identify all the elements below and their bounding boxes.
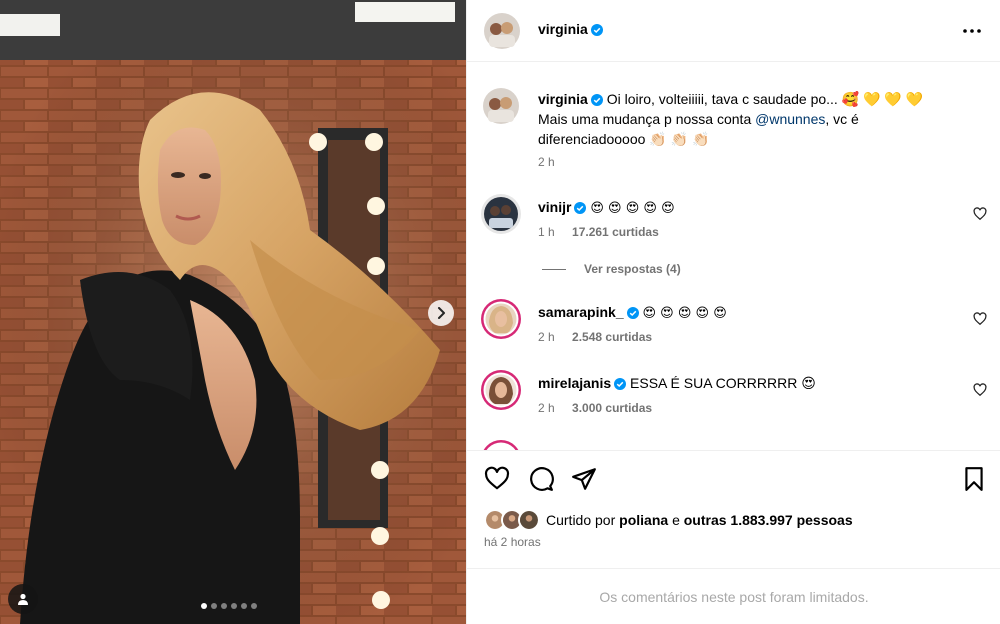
liked-by-others[interactable]: outras 1.883.997 pessoas (684, 512, 853, 528)
post-media[interactable] (0, 0, 466, 624)
comment-button[interactable] (528, 466, 554, 492)
carousel-dot (231, 603, 237, 609)
comment-likes[interactable]: 2.548 curtidas (572, 330, 652, 344)
comments-list[interactable]: virginia Oi loiro, volteiiiii, tava c sa… (467, 62, 1000, 450)
heart-icon[interactable] (973, 207, 987, 221)
mention-link[interactable]: @wnunnes (755, 111, 825, 127)
liked-by-avatars (484, 509, 540, 531)
share-button[interactable] (571, 466, 597, 492)
comment-meta: 2 h 3.000 curtidas (538, 401, 666, 415)
avatar[interactable] (518, 509, 540, 531)
view-replies-button[interactable]: Ver respostas (4) (542, 262, 681, 276)
liked-by-prefix: Curtido por (546, 512, 616, 528)
comment-meta: 1 h 17.261 curtidas (538, 225, 673, 239)
comment-meta: 2 h 2.548 curtidas (538, 330, 666, 344)
post-author[interactable]: virginia (538, 21, 603, 37)
comment-time[interactable]: 1 h (538, 225, 555, 239)
carousel-dot (221, 603, 227, 609)
post-author-name[interactable]: virginia (538, 21, 588, 37)
caption-line-3: diferenciadooooo 👏🏻 👏🏻 👏🏻 (538, 131, 710, 147)
verified-badge-icon (574, 202, 587, 214)
user-icon (18, 593, 28, 605)
comment-time[interactable]: 2 h (538, 330, 555, 344)
caption-line-1: Oi loiro, volteiiiii, tava c saudade po.… (606, 91, 924, 107)
comment-body: ESSA É SUA CORRRRRR 😍 (630, 375, 816, 391)
comment-likes[interactable]: 17.261 curtidas (572, 225, 659, 239)
comment-body: 😍 😍 😍 😍 😍 (642, 306, 727, 321)
avatar[interactable] (481, 440, 521, 450)
verified-badge-icon (614, 378, 627, 390)
post-details-panel: virginia virginia Oi loiro, volteiiiii, … (466, 0, 1000, 624)
more-options-button[interactable] (961, 20, 983, 42)
carousel-dot (251, 603, 257, 609)
liked-by: Curtido por poliana e outras 1.883.997 p… (484, 509, 853, 531)
chevron-right-icon (438, 307, 445, 319)
caption-time[interactable]: 2 h (538, 155, 555, 169)
post-photo (0, 0, 466, 624)
comment-text: vinijr 😍 😍 😍 😍 😍 (538, 197, 961, 219)
heart-icon[interactable] (973, 383, 987, 397)
view-replies-label[interactable]: Ver respostas (4) (584, 262, 681, 276)
carousel-dots (201, 603, 257, 609)
save-button[interactable] (961, 466, 987, 492)
caption-text: virginia Oi loiro, volteiiiii, tava c sa… (538, 89, 961, 149)
post-time[interactable]: há 2 horas (484, 535, 541, 549)
comment-likes[interactable]: 3.000 curtidas (572, 401, 652, 415)
carousel-dot (211, 603, 217, 609)
liked-by-user[interactable]: poliana (619, 512, 668, 528)
post-header: virginia (467, 0, 1000, 62)
caption-line-2-prefix: Mais uma mudança p nossa conta (538, 111, 756, 127)
comment-text: mirelajanis ESSA É SUA CORRRRRR 😍 (538, 373, 961, 393)
caption-line-2-suffix: , vc é (825, 111, 859, 127)
more-horizontal-icon (963, 29, 981, 33)
like-button[interactable] (484, 466, 510, 492)
comment-body: 😍 😍 😍 😍 😍 (590, 201, 675, 216)
liked-by-middle: e (672, 512, 680, 528)
comments-limited-notice: Os comentários neste post foram limitado… (467, 568, 1000, 624)
verified-badge-icon (590, 24, 603, 36)
comment-username[interactable]: samarapink_ (538, 304, 624, 320)
comment-time[interactable]: 2 h (538, 401, 555, 415)
avatar[interactable] (481, 299, 521, 339)
verified-badge-icon (590, 94, 603, 106)
carousel-dot (201, 603, 207, 609)
caption-meta: 2 h (538, 155, 569, 169)
caption-username[interactable]: virginia (538, 91, 588, 107)
avatar[interactable] (481, 370, 521, 410)
post-actions: Curtido por poliana e outras 1.883.997 p… (467, 450, 1000, 568)
carousel-dot (241, 603, 247, 609)
avatar[interactable] (481, 194, 521, 234)
tagged-users-button[interactable] (8, 584, 38, 614)
comment-text: samarapink_ 😍 😍 😍 😍 😍 (538, 302, 961, 324)
heart-icon[interactable] (973, 312, 987, 326)
carousel-next-button[interactable] (428, 300, 454, 326)
avatar[interactable] (484, 13, 520, 49)
comment-username[interactable]: vinijr (538, 199, 571, 215)
verified-badge-icon (626, 307, 639, 319)
comment-username[interactable]: mirelajanis (538, 375, 611, 391)
avatar[interactable] (483, 88, 519, 124)
replies-divider (542, 268, 566, 270)
